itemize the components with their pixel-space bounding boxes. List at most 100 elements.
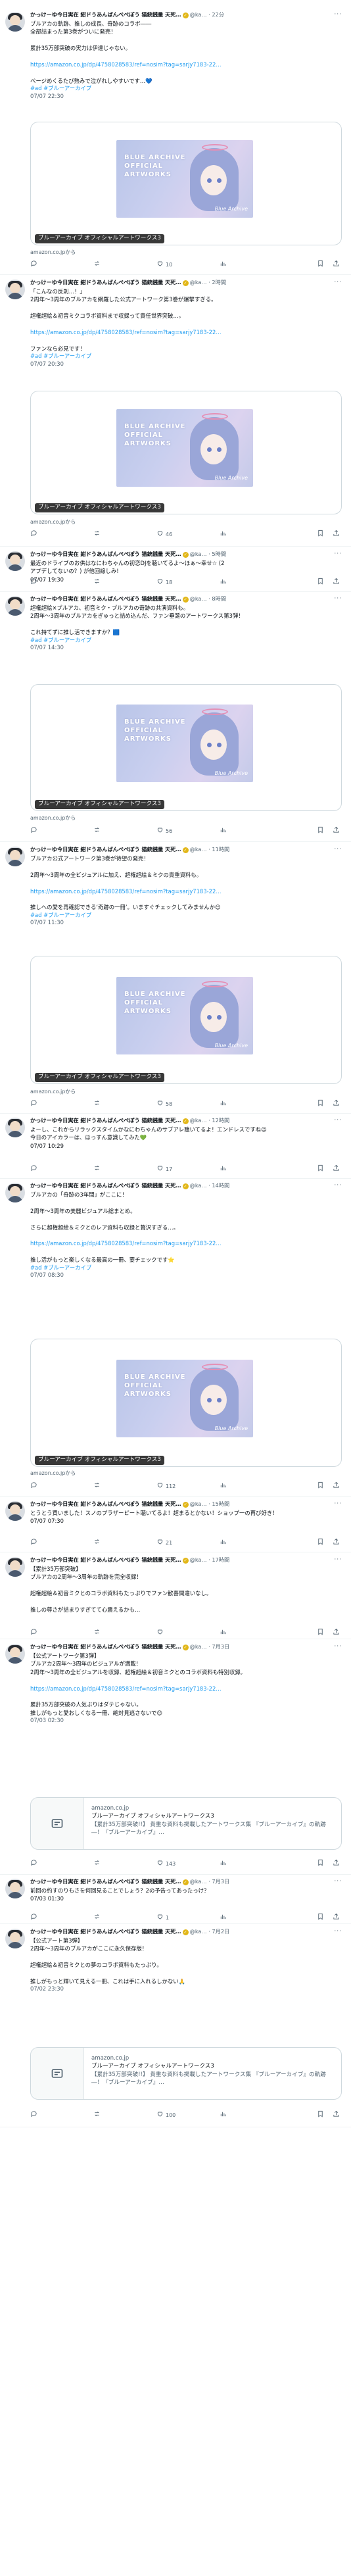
bookmark-button[interactable]	[317, 1859, 324, 1868]
repost-button[interactable]	[93, 826, 103, 835]
tweet[interactable]: かっけーゆ今日実在 紺ドうあんばんぺぺぽう 猫銃銭量 天死… ✓ @ka… · 11…	[0, 844, 351, 1114]
avatar[interactable]	[5, 1183, 25, 1202]
hashtags[interactable]: #ad #ブルーアーカイブ	[30, 85, 342, 93]
share-button[interactable]	[333, 578, 340, 587]
display-name[interactable]: かっけーゆ今日実在 紺ドうあんばんぺぺぽう 猫銃銭量 天死…	[30, 1182, 181, 1189]
share-button[interactable]	[333, 530, 340, 539]
user-handle[interactable]: @ka… · 7月3日	[190, 1643, 230, 1650]
link-card[interactable]: amazon.co.jp ブルーアーカイブ オフィシャルアートワークス3 【累計35…	[30, 1797, 342, 1850]
card-source[interactable]: amazon.co.jpから	[30, 249, 76, 256]
more-icon[interactable]: ···	[334, 1500, 342, 1508]
tweet[interactable]: かっけーゆ今日実在 紺ドうあんばんぺぺぽう 猫銃銭量 天死… ✓ @ka… · 12…	[0, 1115, 351, 1179]
avatar[interactable]	[5, 551, 25, 571]
bookmark-button[interactable]	[317, 1913, 324, 1922]
card-title-label[interactable]: ブルーアーカイブ オフィシャルアートワークス3	[35, 503, 164, 512]
display-name[interactable]: かっけーゆ今日実在 紺ドうあんばんぺぺぽう 猫銃銭量 天死…	[30, 1117, 181, 1124]
tweet[interactable]: かっけーゆ今日実在 紺ドうあんばんぺぺぽう 猫銃銭量 天死… ✓ @ka… · 15…	[0, 1499, 351, 1552]
views-button[interactable]	[220, 2110, 229, 2119]
user-handle[interactable]: @ka… · 12時間	[190, 1117, 230, 1124]
card-source[interactable]: amazon.co.jpから	[30, 1088, 76, 1095]
hashtags[interactable]: #ad #ブルーアーカイブ	[30, 353, 342, 360]
more-icon[interactable]: ···	[334, 595, 342, 603]
reply-button[interactable]	[30, 1913, 39, 1922]
display-name[interactable]: かっけーゆ今日実在 紺ドうあんばんぺぺぽう 猫銃銭量 天死…	[30, 279, 181, 286]
bookmark-button[interactable]	[317, 826, 324, 835]
display-name[interactable]: かっけーゆ今日実在 紺ドうあんばんぺぺぽう 猫銃銭量 天死…	[30, 551, 181, 558]
views-button[interactable]	[220, 1859, 229, 1868]
share-button[interactable]	[333, 260, 340, 269]
card-title-label[interactable]: ブルーアーカイブ オフィシャルアートワークス3	[35, 800, 164, 809]
share-button[interactable]	[333, 2110, 340, 2119]
repost-button[interactable]	[93, 1481, 103, 1491]
tweet[interactable]: かっけーゆ今日実在 紺ドうあんばんぺぺぽう 猫銃銭量 天死… ✓ @ka… · 2時…	[0, 277, 351, 547]
repost-button[interactable]	[93, 530, 103, 539]
reply-button[interactable]	[30, 826, 39, 835]
avatar[interactable]	[5, 1929, 25, 1948]
like-button[interactable]: 1	[156, 1913, 169, 1922]
hashtag-text[interactable]: #ad #ブルーアーカイブ	[30, 912, 91, 918]
card-title-label[interactable]: ブルーアーカイブ オフィシャルアートワークス3	[35, 234, 164, 243]
tweet[interactable]: かっけーゆ今日実在 紺ドうあんばんぺぺぽう 猫銃銭量 天死… ✓ @ka… · 22…	[0, 9, 351, 275]
hashtags[interactable]: #ad #ブルーアーカイブ	[30, 637, 342, 645]
more-icon[interactable]: ···	[334, 1643, 342, 1650]
views-button[interactable]	[220, 1099, 229, 1108]
avatar[interactable]	[5, 280, 25, 299]
media-card[interactable]: BLUE ARCHIVE OFFICIAL ARTWORKS Blue Archi…	[30, 956, 342, 1084]
media-card[interactable]: BLUE ARCHIVE OFFICIAL ARTWORKS Blue Archi…	[30, 391, 342, 514]
display-name[interactable]: かっけーゆ今日実在 紺ドうあんばんぺぺぽう 猫銃銭量 天死…	[30, 1500, 181, 1508]
card-source[interactable]: amazon.co.jpから	[30, 1470, 76, 1477]
like-button[interactable]: 56	[156, 826, 172, 835]
share-button[interactable]	[333, 1913, 340, 1922]
share-button[interactable]	[333, 1481, 340, 1491]
avatar[interactable]	[5, 12, 25, 32]
reply-button[interactable]	[30, 1099, 39, 1108]
tweet-link[interactable]: https://amazon.co.jp/dp/4758028583/ref=n…	[30, 888, 222, 895]
more-icon[interactable]: ···	[334, 1877, 342, 1885]
more-icon[interactable]: ···	[334, 845, 342, 853]
more-icon[interactable]: ···	[334, 1927, 342, 1935]
hashtag-text[interactable]: #ad #ブルーアーカイブ	[30, 353, 91, 359]
repost-button[interactable]	[93, 1859, 103, 1868]
tweet[interactable]: かっけーゆ今日実在 紺ドうあんばんぺぺぽう 猫銃銭量 天死… ✓ @ka… · 7月…	[0, 1876, 351, 1924]
reply-button[interactable]	[30, 2110, 39, 2119]
reply-button[interactable]	[30, 1628, 39, 1637]
avatar[interactable]	[5, 1118, 25, 1137]
hashtags[interactable]: #ad #ブルーアーカイブ	[30, 1264, 342, 1272]
avatar[interactable]	[5, 1501, 25, 1521]
tweet[interactable]: かっけーゆ今日実在 紺ドうあんばんぺぺぽう 猫銃銭量 天死… ✓ @ka… · 7月…	[0, 1926, 351, 2127]
user-handle[interactable]: @ka… · 2時間	[190, 279, 226, 286]
repost-button[interactable]	[93, 578, 103, 587]
bookmark-button[interactable]	[317, 260, 324, 269]
reply-button[interactable]	[30, 1538, 39, 1547]
repost-button[interactable]	[93, 1164, 103, 1174]
views-button[interactable]	[220, 1164, 229, 1174]
tweet[interactable]: かっけーゆ今日実在 紺ドうあんばんぺぺぽう 猫銃銭量 天死… ✓ @ka… · 14…	[0, 1180, 351, 1497]
avatar[interactable]	[5, 596, 25, 616]
user-handle[interactable]: @ka… · 5時間	[190, 551, 226, 558]
media-card[interactable]: BLUE ARCHIVE OFFICIAL ARTWORKS Blue Archi…	[30, 1339, 342, 1467]
views-button[interactable]	[220, 1481, 229, 1491]
like-button[interactable]	[156, 1628, 166, 1637]
reply-button[interactable]	[30, 1859, 39, 1868]
like-button[interactable]: 112	[156, 1481, 176, 1491]
avatar[interactable]	[5, 1879, 25, 1898]
repost-button[interactable]	[93, 1538, 103, 1547]
tweet-link[interactable]: https://amazon.co.jp/dp/4758028583/ref=n…	[30, 1240, 222, 1247]
display-name[interactable]: かっけーゆ今日実在 紺ドうあんばんぺぺぽう 猫銃銭量 天死…	[30, 1878, 181, 1885]
more-icon[interactable]: ···	[334, 1181, 342, 1189]
views-button[interactable]	[220, 1913, 229, 1922]
tweet[interactable]: かっけーゆ今日実在 紺ドうあんばんぺぺぽう 猫銃銭量 天死… ✓ @ka… · 7月…	[0, 1641, 351, 1875]
tweet-link[interactable]: https://amazon.co.jp/dp/4758028583/ref=n…	[30, 1685, 222, 1692]
bookmark-button[interactable]	[317, 1099, 324, 1108]
repost-button[interactable]	[93, 1628, 103, 1637]
bookmark-button[interactable]	[317, 2110, 324, 2119]
repost-button[interactable]	[93, 1913, 103, 1922]
hashtag-text[interactable]: #ad #ブルーアーカイブ	[30, 1264, 91, 1271]
share-button[interactable]	[333, 1538, 340, 1547]
views-button[interactable]	[220, 1538, 229, 1547]
more-icon[interactable]: ···	[334, 1116, 342, 1124]
tweet-link[interactable]: https://amazon.co.jp/dp/4758028583/ref=n…	[30, 329, 222, 335]
like-button[interactable]: 21	[156, 1538, 172, 1547]
more-icon[interactable]: ···	[334, 11, 342, 18]
display-name[interactable]: かっけーゆ今日実在 紺ドうあんばんぺぺぽう 猫銃銭量 天死…	[30, 11, 181, 18]
